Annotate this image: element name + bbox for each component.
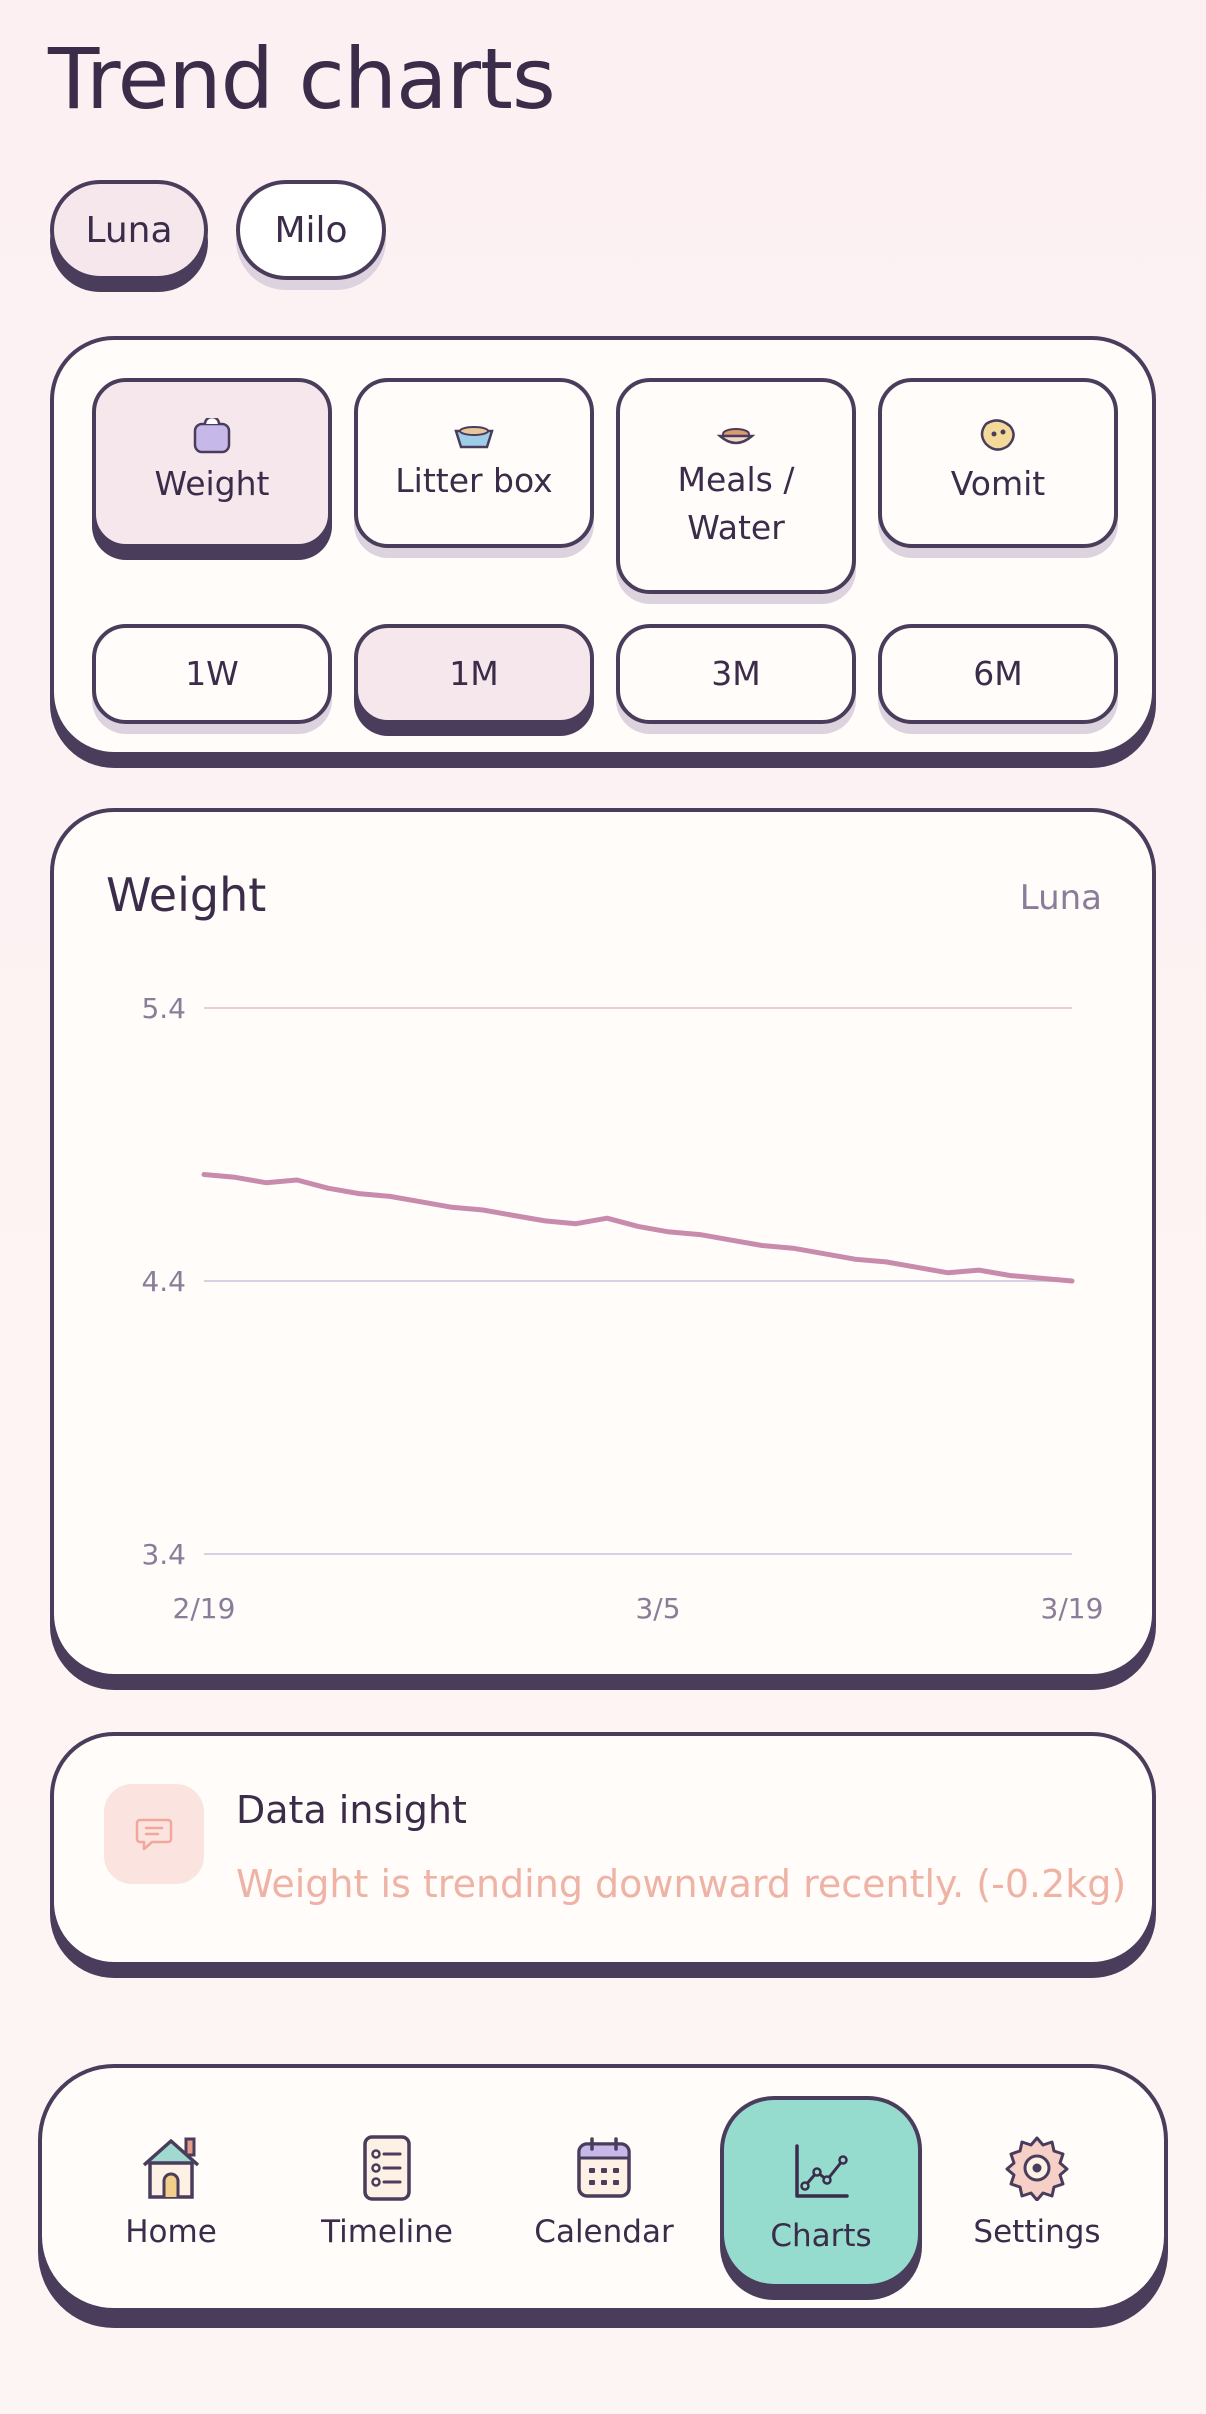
nav-label: Timeline — [321, 2214, 453, 2250]
metric-litter-box-button[interactable]: Litter box — [354, 378, 594, 548]
range-label: 6M — [973, 654, 1023, 693]
x-tick-label: 3/5 — [635, 1592, 680, 1625]
x-tick-label: 3/19 — [1041, 1592, 1104, 1625]
nav-label: Settings — [973, 2214, 1101, 2250]
insight-icon-box — [104, 1784, 204, 1884]
metric-label: Weight — [154, 464, 270, 503]
y-tick-label: 5.4 — [141, 992, 186, 1025]
weight-series-line — [201, 1172, 1075, 1284]
nav-calendar[interactable]: Calendar — [505, 2092, 703, 2282]
range-3m-button[interactable]: 3M — [616, 624, 856, 724]
x-tick-label: 2/19 — [173, 1592, 236, 1625]
metric-label-line2: Water — [687, 508, 785, 547]
litter-box-icon — [454, 426, 494, 449]
metric-vomit-button[interactable]: Vomit — [878, 378, 1118, 548]
chat-bubble-icon — [135, 1818, 173, 1851]
y-tick-label: 4.4 — [141, 1265, 186, 1298]
weight-chart-card: Weight Luna 5.4 4.4 3.4 2/19 3/5 3/19 — [50, 808, 1156, 1678]
nav-home[interactable]: Home — [72, 2092, 270, 2282]
metric-meals-water-button[interactable]: Meals / Water — [616, 378, 856, 594]
nav-label: Calendar — [534, 2214, 674, 2250]
data-insight-card: Data insight Weight is trending downward… — [50, 1732, 1156, 1966]
settings-icon — [1005, 2136, 1069, 2201]
chart-options-card: Weight Litter box Meals / Water Vomit 1W… — [50, 336, 1156, 756]
metric-label: Vomit — [950, 464, 1046, 503]
range-label: 1M — [449, 654, 499, 693]
chart-icon — [795, 2144, 849, 2198]
pet-tab-label: Luna — [85, 209, 173, 251]
range-1m-button[interactable]: 1M — [354, 624, 594, 724]
range-1w-button[interactable]: 1W — [92, 624, 332, 724]
pet-tab-label: Milo — [274, 209, 348, 251]
nav-timeline[interactable]: Timeline — [288, 2092, 486, 2282]
pet-tab-luna[interactable]: Luna — [50, 180, 208, 280]
home-icon — [142, 2137, 200, 2199]
bottom-nav: Home Timeline Calendar Charts Settings — [38, 2064, 1168, 2312]
timeline-icon — [363, 2135, 411, 2201]
nav-settings[interactable]: Settings — [938, 2092, 1136, 2282]
metric-label-line1: Meals / — [677, 460, 795, 499]
insight-title: Data insight — [236, 1788, 467, 1832]
range-label: 3M — [711, 654, 761, 693]
pet-tab-milo[interactable]: Milo — [236, 180, 386, 280]
range-label: 1W — [185, 654, 239, 693]
vomit-icon — [980, 419, 1015, 451]
nav-charts[interactable]: Charts — [720, 2096, 922, 2288]
metric-weight-button[interactable]: Weight — [92, 378, 332, 548]
nav-label: Home — [125, 2214, 217, 2250]
weight-line-chart: 5.4 4.4 3.4 2/19 3/5 3/19 — [141, 992, 1103, 1625]
metric-label: Litter box — [395, 461, 553, 500]
scale-icon — [193, 418, 231, 454]
nav-label: Charts — [770, 2218, 872, 2254]
y-tick-label: 3.4 — [141, 1538, 186, 1571]
insight-text: Weight is trending downward recently. (-… — [236, 1862, 1127, 1906]
calendar-icon — [577, 2137, 631, 2198]
page-title: Trend charts — [48, 30, 556, 128]
food-bowl-icon — [716, 428, 756, 445]
range-6m-button[interactable]: 6M — [878, 624, 1118, 724]
